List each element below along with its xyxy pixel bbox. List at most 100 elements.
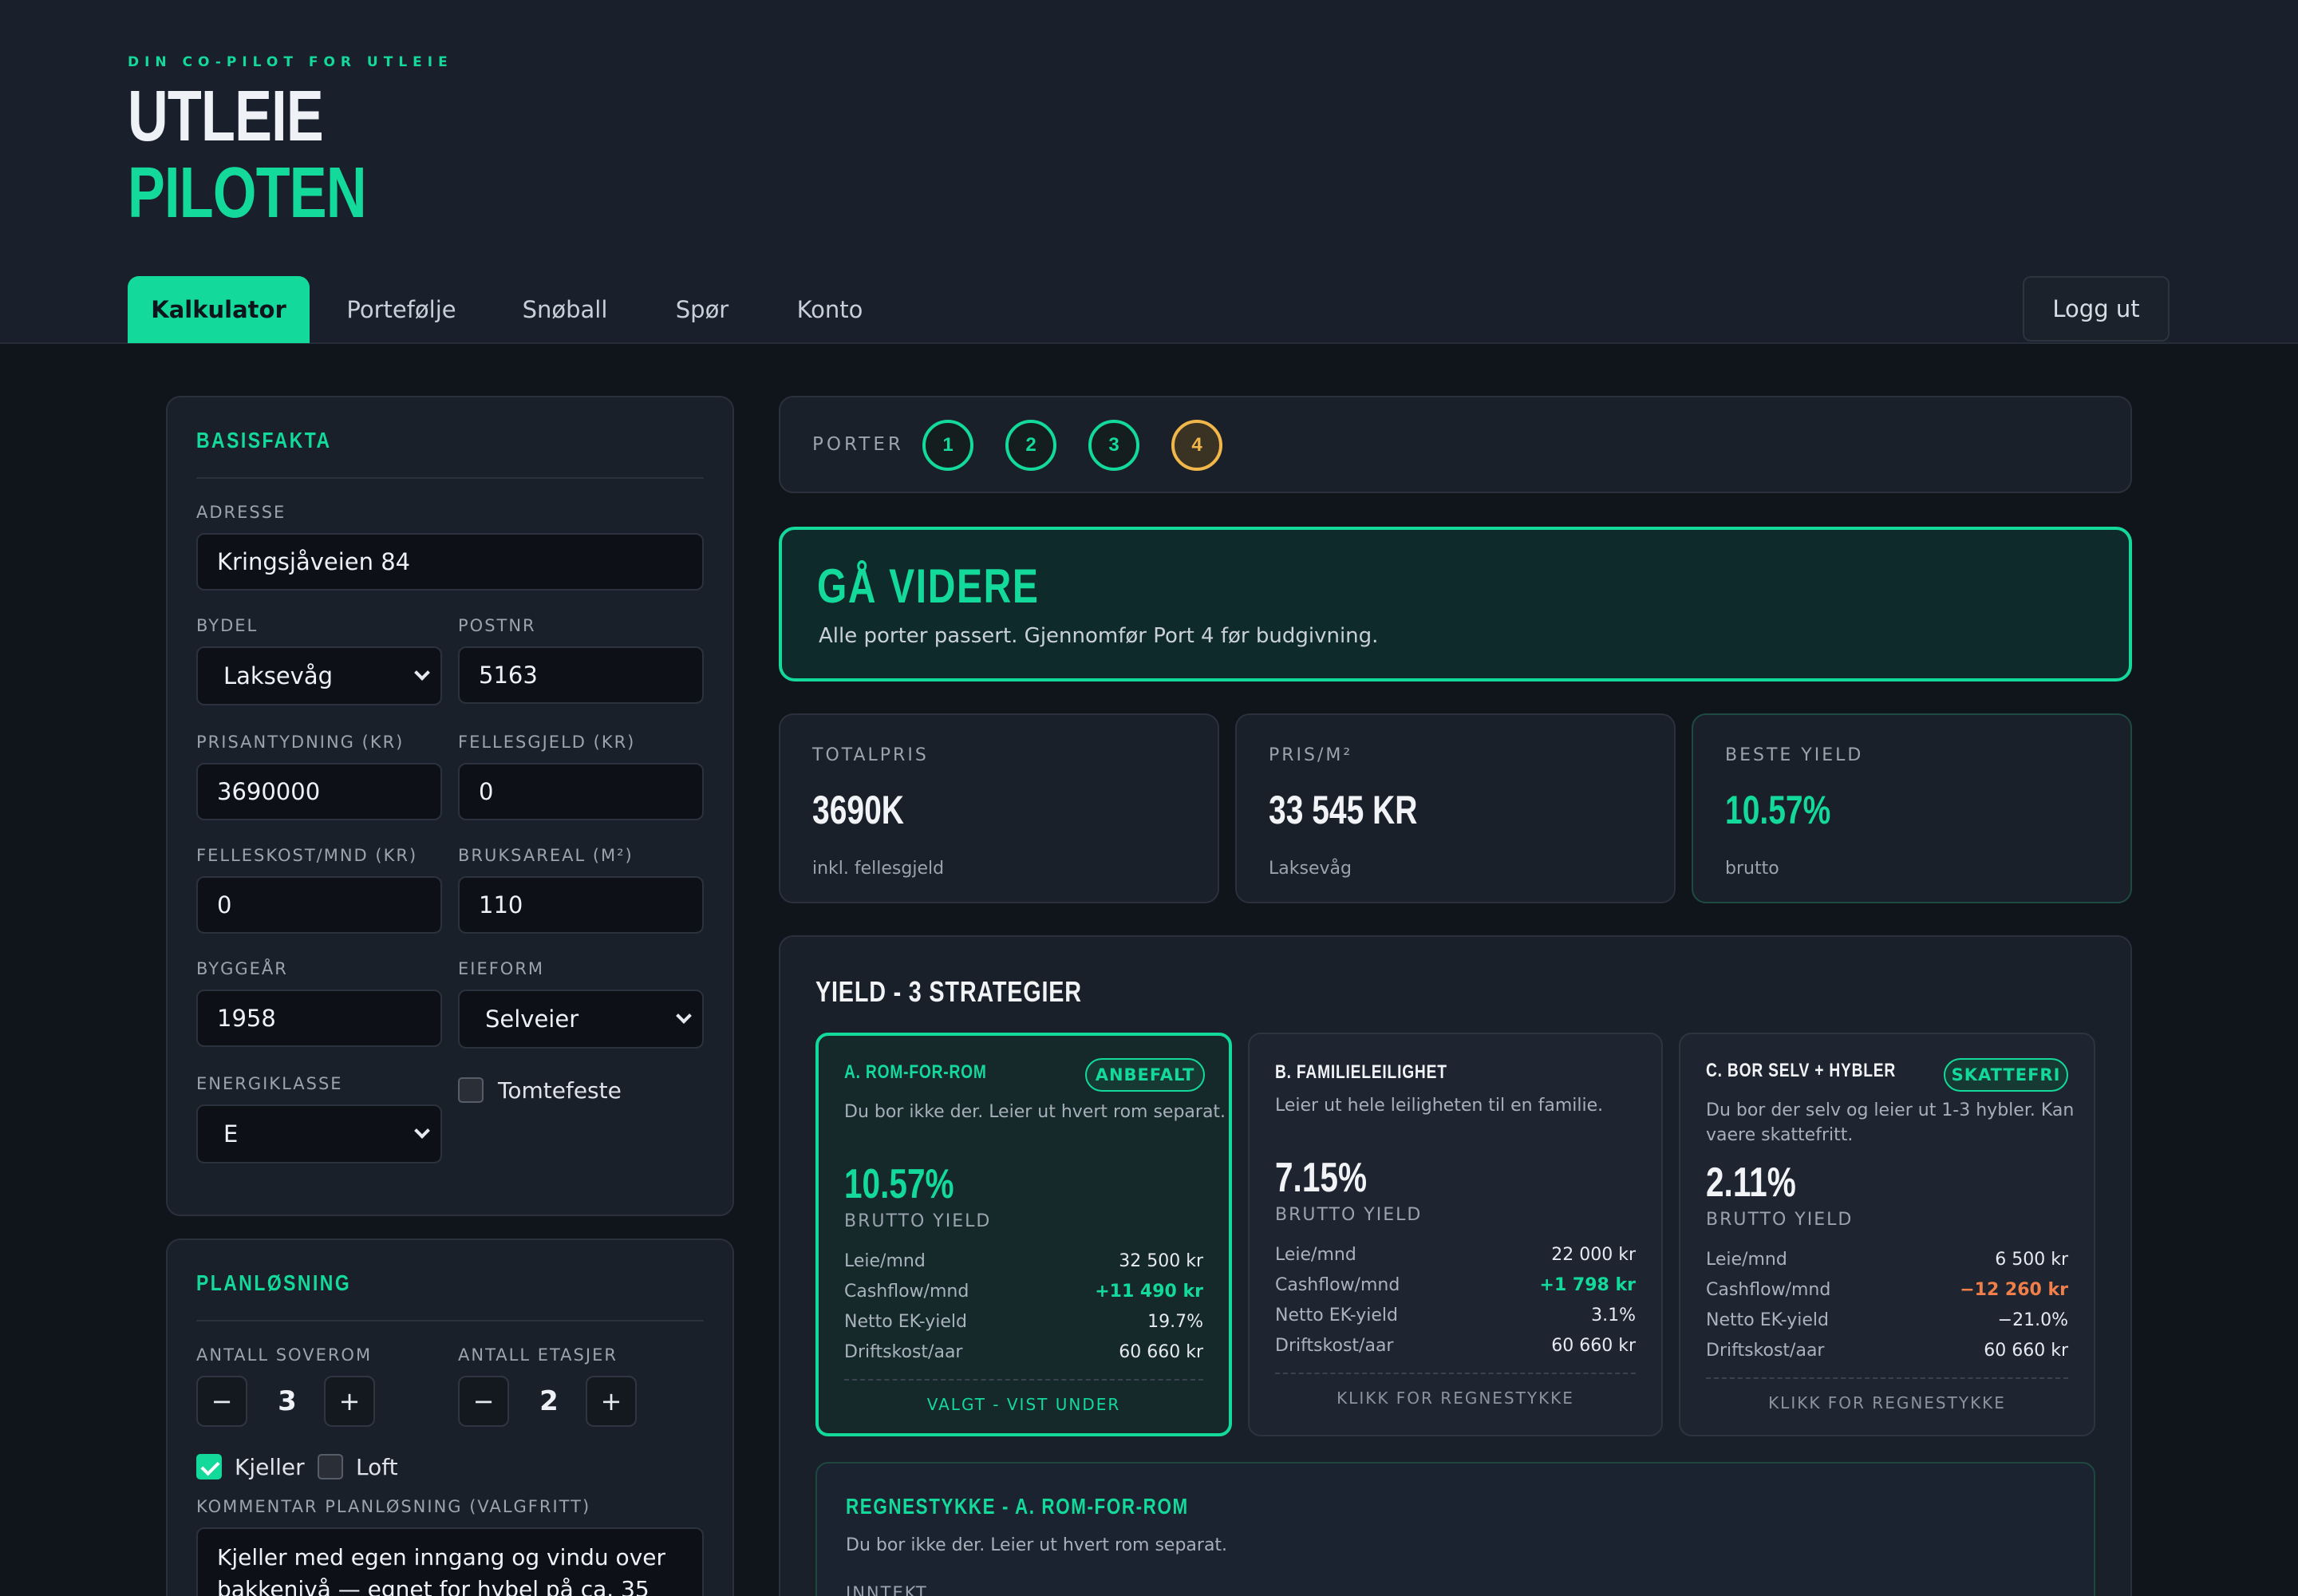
bruksareal-input[interactable]: 110 — [458, 876, 704, 934]
energiklasse-select[interactable]: E — [196, 1104, 442, 1163]
brand-logo[interactable]: UTLEIE PILOTEN — [128, 77, 367, 231]
strategy-name: C. BOR SELV + HYBLER — [1706, 1060, 1897, 1081]
planlosning-title: PLANLØSNING — [196, 1270, 352, 1295]
row-value: 19.7% — [1147, 1312, 1203, 1332]
divider — [196, 1320, 704, 1321]
basisfakta-title: BASISFAKTA — [196, 428, 332, 452]
port-4-indicator[interactable]: 4 — [1171, 420, 1222, 471]
row-key: Netto EK-yield — [844, 1312, 968, 1332]
tab-spor[interactable]: Spør — [662, 276, 742, 343]
strategy-yield: 2.11% — [1706, 1159, 1796, 1206]
soverom-increment-button[interactable]: + — [324, 1376, 375, 1427]
strategy-name: B. FAMILIELEILIGHET — [1275, 1061, 1447, 1083]
row-leie: Leie/mnd 32 500 kr — [844, 1251, 1203, 1275]
etasjer-increment-button[interactable]: + — [586, 1376, 637, 1427]
etasjer-decrement-button[interactable]: − — [458, 1376, 509, 1427]
postnr-input[interactable]: 5163 — [458, 646, 704, 704]
tab-portefolje[interactable]: Portefølje — [330, 276, 472, 343]
row-key: Driftskost/aar — [1706, 1341, 1825, 1361]
adresse-label: ADRESSE — [196, 503, 286, 522]
prisantydning-input[interactable]: 3690000 — [196, 763, 442, 820]
felleskost-input[interactable]: 0 — [196, 876, 442, 934]
strategy-card-b[interactable]: B. FAMILIELEILIGHET Leier ut hele leilig… — [1248, 1033, 1663, 1436]
strategy-yield: 10.57% — [844, 1161, 954, 1207]
bydel-label: BYDEL — [196, 616, 259, 635]
kjeller-label: Kjeller — [235, 1454, 305, 1480]
port-1-indicator[interactable]: 1 — [922, 420, 973, 471]
tab-konto[interactable]: Konto — [782, 276, 878, 343]
tomtefeste-label: Tomtefeste — [498, 1077, 622, 1104]
planlosning-panel: PLANLØSNING ANTALL SOVEROM − 3 + ANTALL … — [166, 1238, 734, 1596]
adresse-input[interactable]: Kringsjåveien 84 — [196, 533, 704, 591]
stat-sub: inkl. fellesgjeld — [812, 859, 945, 879]
row-key: Netto EK-yield — [1275, 1306, 1399, 1325]
status-text: Alle porter passert. Gjennomfør Port 4 f… — [819, 624, 1379, 648]
stat-label: PRIS/M² — [1269, 745, 1353, 765]
card-footer: VALGT - VIST UNDER — [926, 1395, 1121, 1414]
row-driftskost: Driftskost/aar 60 660 kr — [1275, 1336, 1636, 1360]
bydel-value: Laksevåg — [223, 662, 334, 689]
strategy-yield: 7.15% — [1275, 1155, 1368, 1201]
row-driftskost: Driftskost/aar 60 660 kr — [844, 1342, 1203, 1366]
eieform-select[interactable]: Selveier — [458, 990, 704, 1049]
logo-line-1: UTLEIE — [128, 77, 324, 156]
row-leie: Leie/mnd 22 000 kr — [1275, 1245, 1636, 1269]
row-leie: Leie/mnd 6 500 kr — [1706, 1250, 2068, 1274]
row-value: 60 660 kr — [1119, 1342, 1203, 1362]
brand-tagline: DIN CO-PILOT FOR UTLEIE — [128, 54, 453, 70]
stat-card-totalpris: TOTALPRIS 3690K inkl. fellesgjeld — [779, 713, 1219, 903]
yield-label: BRUTTO YIELD — [1275, 1205, 1423, 1225]
row-value: 3.1% — [1591, 1306, 1636, 1325]
strategies-title: YIELD - 3 STRATEGIER — [815, 975, 1082, 1008]
row-value: +11 490 kr — [1095, 1282, 1203, 1302]
kommentar-label: KOMMENTAR PLANLØSNING (VALGFRITT) — [196, 1497, 591, 1516]
porter-bar: PORTER 1 2 3 4 — [779, 396, 2132, 493]
row-value: 6 500 kr — [1995, 1250, 2068, 1270]
row-value: 22 000 kr — [1551, 1245, 1636, 1265]
row-key: Cashflow/mnd — [1706, 1280, 1831, 1300]
status-title: GÅ VIDERE — [817, 559, 1040, 613]
stat-card-pris-m2: PRIS/M² 33 545 KR Laksevåg — [1235, 713, 1676, 903]
bruksareal-label: BRUKSAREAL (M²) — [458, 846, 634, 865]
strategy-card-c[interactable]: C. BOR SELV + HYBLER SKATTEFRI Du bor de… — [1679, 1033, 2095, 1436]
yield-label: BRUTTO YIELD — [844, 1211, 992, 1231]
port-3-indicator[interactable]: 3 — [1088, 420, 1139, 471]
row-key: Driftskost/aar — [844, 1342, 963, 1362]
tab-snoball[interactable]: Snøball — [507, 276, 622, 343]
row-value: 60 660 kr — [1551, 1336, 1636, 1356]
strategy-desc-line-1: Du bor der selv og leier ut 1-3 hybler. … — [1706, 1100, 2075, 1120]
row-cashflow: Cashflow/mnd −12 260 kr — [1706, 1280, 2068, 1304]
loft-checkbox[interactable] — [318, 1454, 343, 1479]
row-driftskost: Driftskost/aar 60 660 kr — [1706, 1341, 2068, 1365]
soverom-value: 3 — [278, 1385, 297, 1417]
chevron-down-icon — [676, 1008, 692, 1024]
byggear-input[interactable]: 1958 — [196, 990, 442, 1047]
regnestykke-desc: Du bor ikke der. Leier ut hvert rom sepa… — [846, 1535, 1228, 1555]
strategy-desc: Leier ut hele leiligheten til en familie… — [1275, 1096, 1604, 1116]
recommended-badge: ANBEFALT — [1085, 1058, 1205, 1092]
logout-button[interactable]: Logg ut — [2023, 276, 2170, 342]
soverom-decrement-button[interactable]: − — [196, 1376, 247, 1427]
etasjer-value: 2 — [539, 1385, 559, 1417]
eieform-value: Selveier — [485, 1005, 579, 1033]
kjeller-checkbox[interactable] — [196, 1454, 222, 1479]
app-header: DIN CO-PILOT FOR UTLEIE UTLEIE PILOTEN K… — [0, 0, 2298, 344]
tab-kalkulator[interactable]: Kalkulator — [128, 276, 310, 343]
port-2-indicator[interactable]: 2 — [1005, 420, 1056, 471]
eieform-label: EIEFORM — [458, 959, 545, 978]
row-value: −12 260 kr — [1960, 1280, 2068, 1300]
bydel-select[interactable]: Laksevåg — [196, 646, 442, 705]
tomtefeste-checkbox[interactable] — [458, 1077, 484, 1103]
basisfakta-panel: BASISFAKTA ADRESSE Kringsjåveien 84 BYDE… — [166, 396, 734, 1216]
stat-card-beste-yield: BESTE YIELD 10.57% brutto — [1692, 713, 2132, 903]
regnestykke-title: REGNESTYKKE - A. ROM-FOR-ROM — [846, 1494, 1189, 1519]
kommentar-textarea[interactable]: Kjeller med egen inngang og vindu over b… — [196, 1527, 704, 1596]
row-key: Cashflow/mnd — [1275, 1275, 1400, 1295]
row-value: 60 660 kr — [1984, 1341, 2068, 1361]
row-key: Netto EK-yield — [1706, 1310, 1830, 1330]
strategy-card-a[interactable]: A. ROM-FOR-ROM ANBEFALT Du bor ikke der.… — [815, 1033, 1232, 1436]
fellesgjeld-input[interactable]: 0 — [458, 763, 704, 820]
stat-label: TOTALPRIS — [812, 745, 929, 765]
tax-free-badge: SKATTEFRI — [1944, 1058, 2068, 1092]
regnestykke-panel: REGNESTYKKE - A. ROM-FOR-ROM Du bor ikke… — [815, 1462, 2095, 1596]
